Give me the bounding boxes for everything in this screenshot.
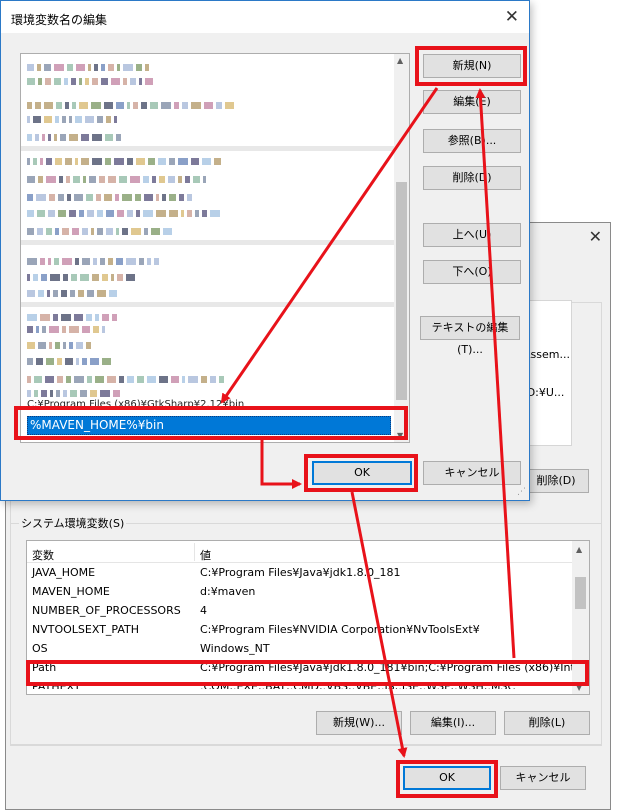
arrow-new-to-item (220, 87, 439, 404)
arrow-item-to-ok (260, 440, 302, 489)
arrow-ok-to-env-ok (350, 491, 408, 758)
annotation-arrows (220, 87, 516, 758)
arrow-path-to-new (475, 88, 516, 659)
